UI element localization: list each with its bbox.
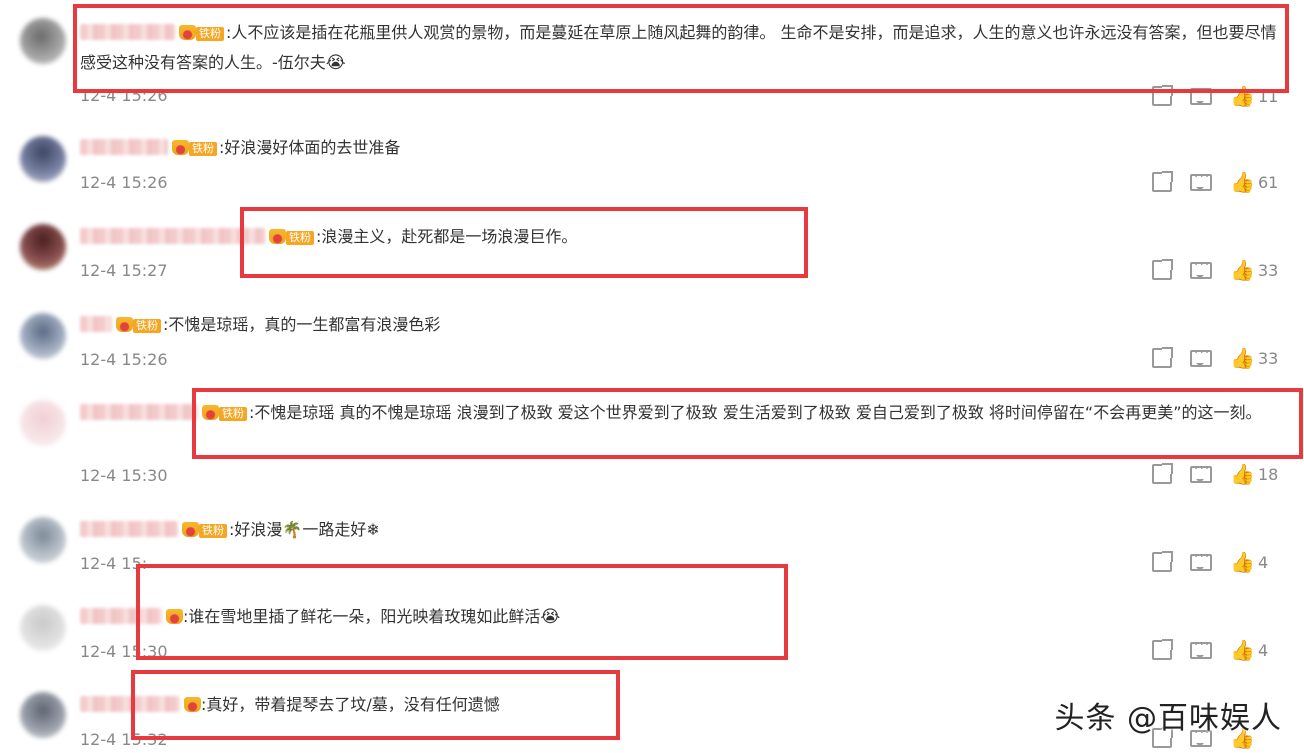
comment-text: 好浪漫🌴一路走好❄	[234, 520, 380, 539]
like-icon[interactable]: 👍	[1230, 259, 1255, 281]
avatar[interactable]	[20, 400, 66, 446]
comment-icon[interactable]	[1190, 549, 1212, 571]
avatar[interactable]	[20, 313, 66, 359]
share-icon[interactable]	[1152, 259, 1173, 280]
share-icon[interactable]	[1152, 463, 1173, 484]
comment-actions: 👍 4	[1134, 637, 1280, 662]
comment-actions: 👍 61	[1134, 169, 1280, 194]
username-blurred[interactable]	[80, 404, 198, 420]
comment-text: 好浪漫好体面的去世准备	[224, 138, 401, 157]
crown-icon	[116, 317, 133, 332]
comment-icon[interactable]	[1190, 257, 1212, 279]
like-count: 4	[1258, 640, 1269, 660]
highlight-box	[192, 388, 1303, 459]
comment-time: 12-4 15:26	[80, 350, 168, 369]
comment-icon[interactable]	[1190, 461, 1212, 483]
like-icon[interactable]: 👍	[1230, 347, 1255, 369]
highlight-box	[136, 564, 788, 660]
fan-badge: 铁粉	[189, 142, 217, 156]
like-count: 61	[1258, 172, 1279, 192]
share-icon[interactable]	[1152, 639, 1173, 660]
share-icon[interactable]	[1152, 551, 1173, 572]
username-blurred[interactable]	[80, 228, 265, 244]
like-count: 33	[1258, 260, 1279, 280]
like-icon[interactable]: 👍	[1230, 639, 1255, 661]
crown-icon	[182, 522, 199, 537]
comment-time: 12-4 15:26	[80, 173, 168, 192]
like-icon[interactable]: 👍	[1230, 171, 1255, 193]
comment-actions: 👍 33	[1134, 257, 1280, 282]
comment-time: 12-4 15:27	[80, 261, 168, 280]
username-blurred[interactable]	[80, 139, 168, 155]
comment-icon[interactable]	[1190, 345, 1212, 367]
highlight-box	[240, 207, 808, 278]
fan-badge: 铁粉	[133, 319, 161, 333]
username-blurred[interactable]	[80, 521, 178, 537]
like-count: 4	[1258, 552, 1269, 572]
share-icon[interactable]	[1152, 347, 1173, 368]
like-icon[interactable]: 👍	[1230, 463, 1255, 485]
avatar[interactable]	[20, 692, 66, 738]
comment-icon[interactable]	[1190, 169, 1212, 191]
comment-actions: 👍 18	[1134, 461, 1280, 486]
comment-icon[interactable]	[1190, 637, 1212, 659]
username-blurred[interactable]	[80, 316, 112, 332]
crown-icon	[172, 140, 189, 155]
like-icon[interactable]: 👍	[1230, 551, 1255, 573]
like-count: 33	[1258, 348, 1279, 368]
share-icon[interactable]	[1152, 171, 1173, 192]
avatar[interactable]	[20, 517, 66, 563]
watermark: 头条 @百味娱人	[1054, 701, 1282, 736]
fan-badge: 铁粉	[199, 524, 227, 538]
highlight-box	[131, 670, 620, 740]
comment-actions: 👍 33	[1134, 345, 1280, 370]
comment-actions: 👍 4	[1134, 549, 1280, 574]
highlight-box	[73, 4, 1289, 93]
avatar[interactable]	[20, 18, 66, 64]
avatar[interactable]	[20, 605, 66, 651]
comment-time: 12-4 15:30	[80, 466, 168, 485]
avatar[interactable]	[20, 136, 66, 182]
avatar[interactable]	[20, 224, 66, 270]
like-count: 18	[1258, 464, 1279, 484]
comment-text: 不愧是琼瑶，真的一生都富有浪漫色彩	[168, 315, 441, 334]
